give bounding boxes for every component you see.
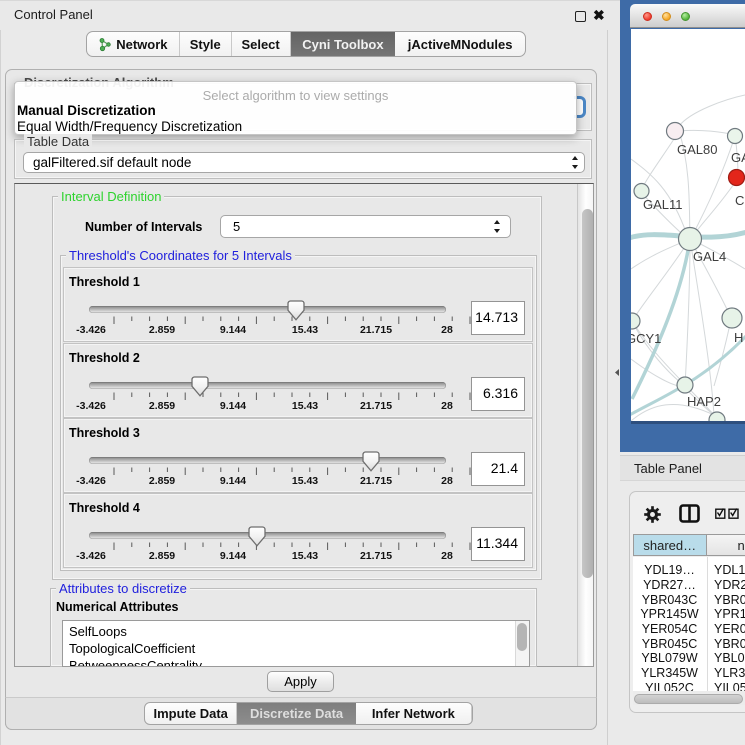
svg-text:C: C (735, 193, 744, 208)
svg-text:GAL80: GAL80 (677, 142, 717, 157)
svg-text:GCY1: GCY1 (631, 331, 661, 346)
svg-text:GAL4: GAL4 (693, 249, 726, 264)
svg-text:HAP2: HAP2 (687, 394, 721, 409)
svg-text:H: H (734, 330, 743, 345)
svg-text:GA: GA (731, 150, 745, 165)
svg-text:GAL11: GAL11 (643, 197, 683, 212)
